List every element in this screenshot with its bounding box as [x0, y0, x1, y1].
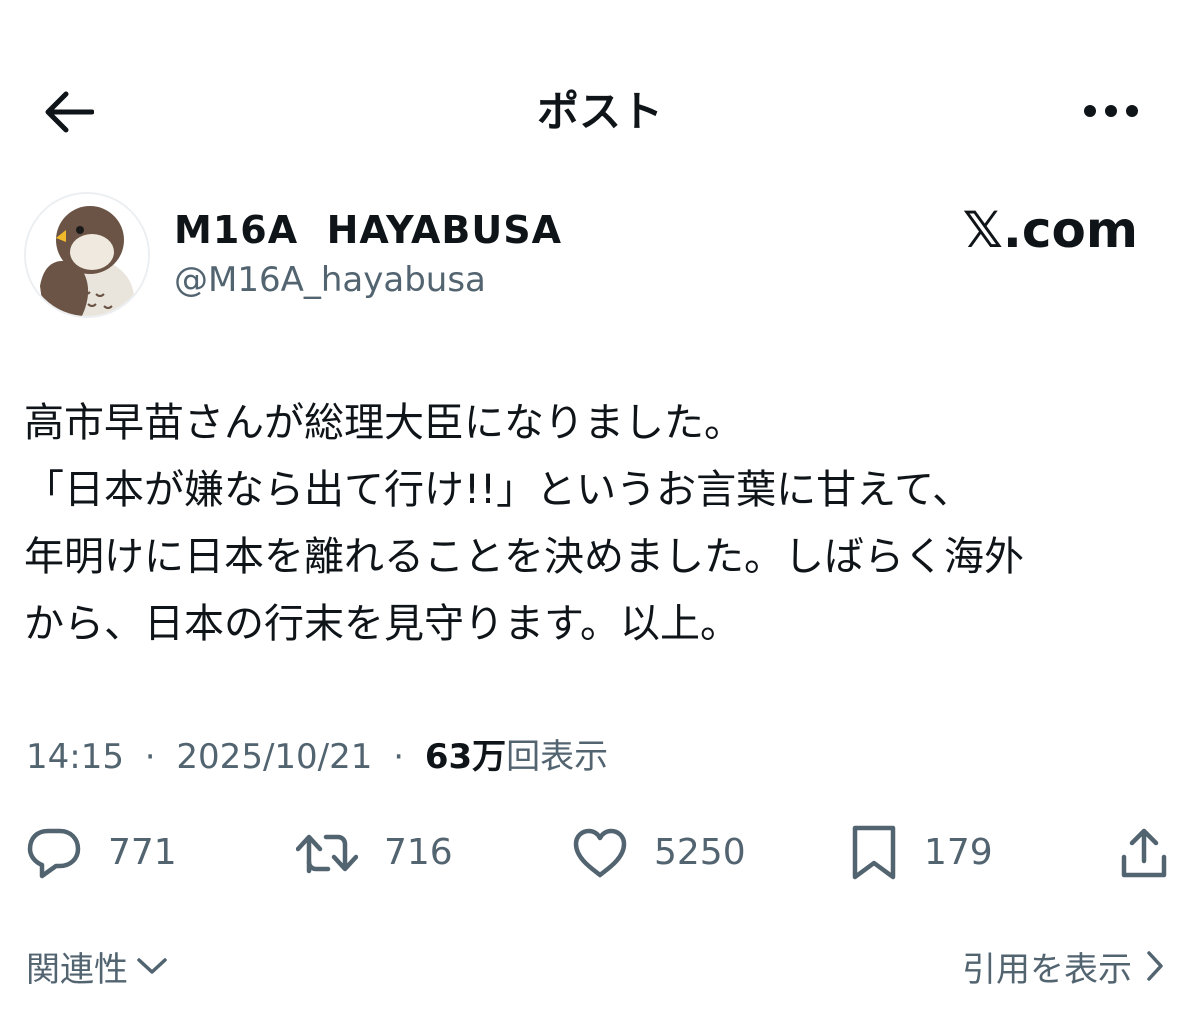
share-button[interactable] — [1120, 818, 1168, 888]
post-text: 高市早苗さんが総理大臣になりました。 「日本が嫌なら出て行け!!」というお言葉に… — [24, 390, 1184, 658]
top-bar: ポスト — [0, 60, 1200, 160]
more-options-button[interactable] — [1080, 86, 1142, 136]
post-text-line: 「日本が嫌なら出て行け!!」というお言葉に甘えて、 — [24, 467, 973, 513]
falcon-avatar-icon — [26, 194, 148, 316]
post-text-line: 高市早苗さんが総理大臣になりました。 — [24, 400, 744, 446]
meta-separator: · — [144, 737, 156, 777]
views-label[interactable]: 回表示 — [506, 737, 608, 777]
post-detail-page: ポスト M16A HAYABUSA @M16A_hayabusa 𝕏.com 高… — [0, 0, 1200, 1027]
repost-icon — [296, 834, 358, 874]
repost-button[interactable]: 716 — [296, 818, 453, 888]
post-text-line: 年明けに日本を離れることを決めました。しばらく海外 — [24, 534, 1024, 580]
author-display-name[interactable]: M16A HAYABUSA — [174, 206, 562, 254]
sort-label: 関連性 — [26, 949, 128, 990]
reply-button[interactable]: 771 — [26, 818, 177, 888]
author-handle[interactable]: @M16A_hayabusa — [174, 258, 486, 302]
reply-count: 771 — [108, 832, 177, 873]
reply-bubble-icon — [27, 828, 81, 879]
repost-count: 716 — [384, 832, 453, 873]
avatar[interactable] — [24, 192, 150, 318]
sort-relevance-dropdown[interactable]: 関連性 — [26, 940, 168, 992]
page-title: ポスト — [536, 87, 663, 136]
x-logo: 𝕏.com — [962, 201, 1138, 259]
chevron-down-icon — [137, 958, 167, 974]
share-icon — [1121, 828, 1167, 878]
heart-icon — [573, 828, 627, 878]
view-quotes-label: 引用を表示 — [962, 949, 1132, 990]
bookmark-button[interactable]: 179 — [850, 818, 993, 888]
meta-separator: · — [393, 737, 405, 777]
post-time[interactable]: 14:15 — [26, 737, 124, 777]
action-bar: 771 716 5250 179 — [0, 818, 1200, 888]
bookmark-icon — [852, 825, 896, 880]
post-text-line: から、日本の行末を見守ります。以上。 — [24, 601, 740, 647]
chevron-right-icon — [1147, 951, 1163, 981]
views-count[interactable]: 63万 — [425, 737, 506, 777]
post-meta: 14:15 · 2025/10/21 · 63万回表示 — [26, 732, 608, 782]
view-quotes-link[interactable]: 引用を表示 — [962, 940, 1164, 992]
like-button[interactable]: 5250 — [572, 818, 746, 888]
more-dots-icon — [1084, 105, 1138, 117]
like-count: 5250 — [654, 832, 746, 873]
bookmark-count: 179 — [924, 832, 993, 873]
post-date[interactable]: 2025/10/21 — [176, 737, 372, 777]
